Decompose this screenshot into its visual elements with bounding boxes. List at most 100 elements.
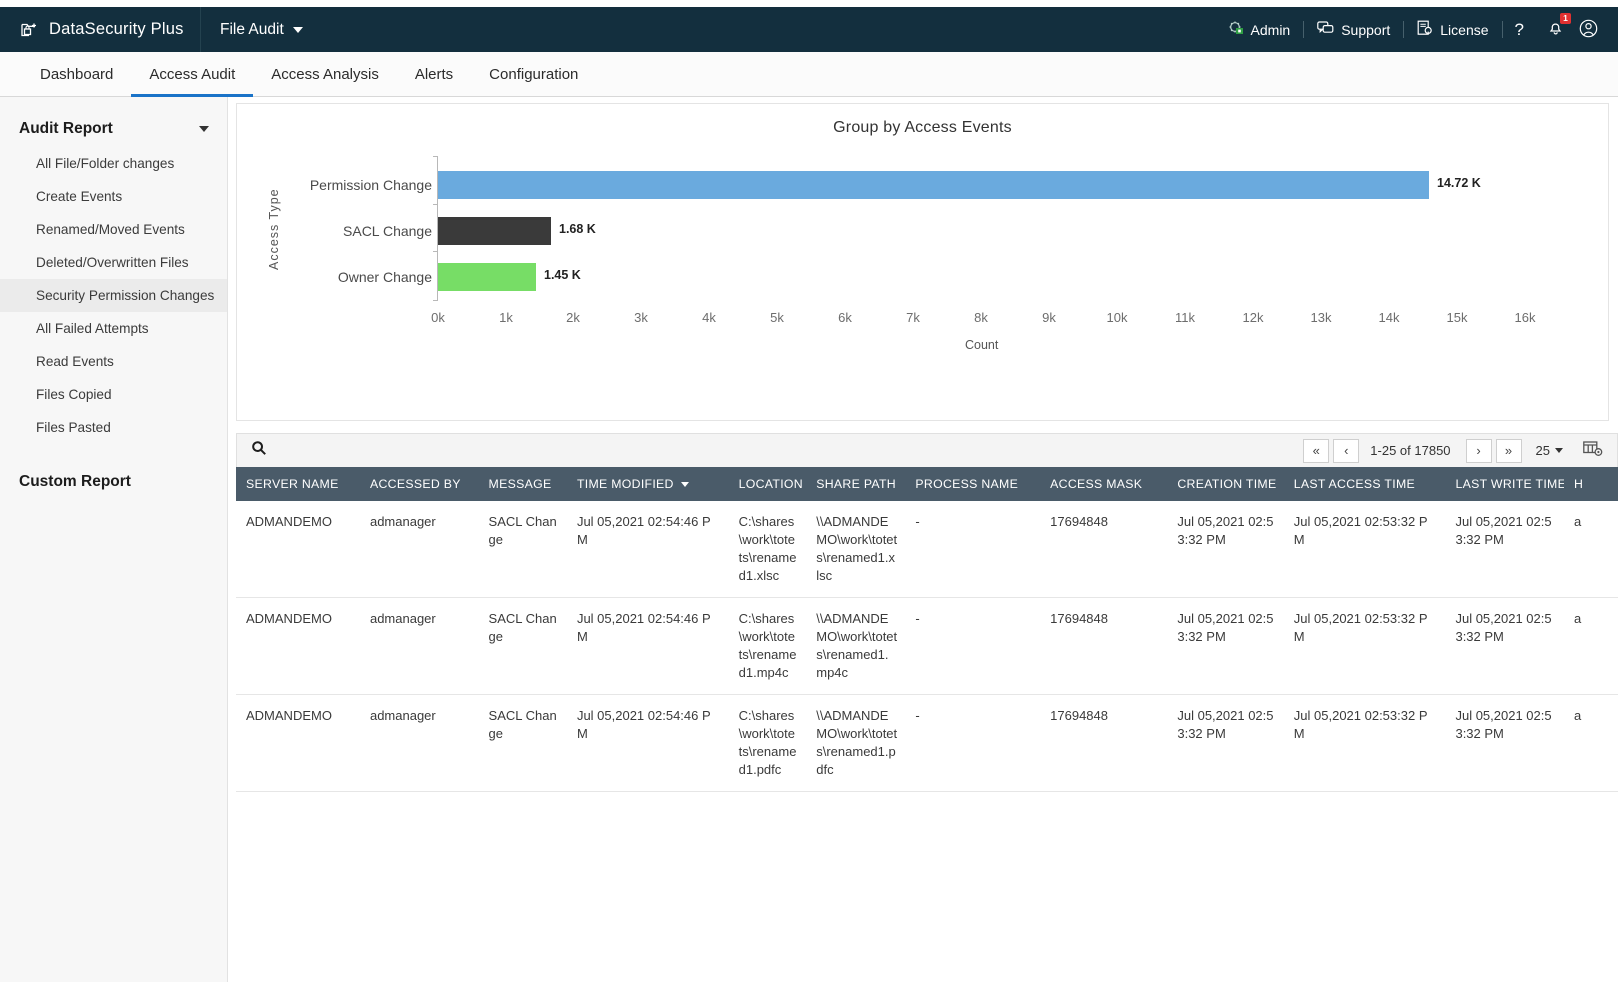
column-label: CREATION TIME bbox=[1177, 477, 1276, 491]
table-row[interactable]: ADMANDEMO admanager SACL Change Jul 05,2… bbox=[236, 598, 1618, 695]
column-header-message[interactable]: MESSAGE bbox=[479, 467, 567, 501]
x-tick-label: 8k bbox=[961, 310, 1001, 325]
column-header-creation-time[interactable]: CREATION TIME bbox=[1167, 467, 1283, 501]
prev-page-button[interactable]: ‹ bbox=[1333, 439, 1359, 463]
table-row[interactable]: ADMANDEMO admanager SACL Change Jul 05,2… bbox=[236, 501, 1618, 598]
column-settings-button[interactable] bbox=[1583, 440, 1603, 462]
cell-last-access-time: Jul 05,2021 02:53:32 PM bbox=[1284, 695, 1446, 792]
cell-message: SACL Change bbox=[479, 695, 567, 792]
brand[interactable]: DataSecurity Plus bbox=[0, 20, 200, 40]
sidebar-section-audit-report[interactable]: Audit Report bbox=[0, 111, 227, 147]
table-row[interactable]: ADMANDEMO admanager SACL Change Jul 05,2… bbox=[236, 695, 1618, 792]
sidebar-item-renamed-moved-events[interactable]: Renamed/Moved Events bbox=[0, 213, 227, 246]
column-header-truncated[interactable]: H bbox=[1564, 467, 1618, 501]
tab-alerts[interactable]: Alerts bbox=[397, 52, 471, 97]
cell-accessed-by: admanager bbox=[360, 695, 479, 792]
notifications-button[interactable]: 1 bbox=[1536, 19, 1575, 41]
column-header-location[interactable]: LOCATION bbox=[729, 467, 807, 501]
last-page-button[interactable]: » bbox=[1496, 439, 1522, 463]
first-page-button[interactable]: « bbox=[1303, 439, 1329, 463]
sidebar-item-files-copied[interactable]: Files Copied bbox=[0, 378, 227, 411]
sidebar-section-custom-report[interactable]: Custom Report bbox=[0, 464, 227, 500]
pagination: « ‹ 1-25 of 17850 › » 25 bbox=[1299, 439, 1609, 463]
cell-accessed-by: admanager bbox=[360, 598, 479, 695]
page-size-select[interactable]: 25 bbox=[1536, 443, 1563, 458]
column-header-access-mask[interactable]: ACCESS MASK bbox=[1040, 467, 1167, 501]
x-tick-label: 1k bbox=[486, 310, 526, 325]
column-header-share-path[interactable]: SHARE PATH bbox=[806, 467, 905, 501]
license-key-icon bbox=[1417, 20, 1433, 39]
cell-location: C:\shares\work\totets\renamed1.mp4c bbox=[729, 598, 807, 695]
cell-share-path: \\ADMANDEMO\work\totets\renamed1.pdfc bbox=[806, 695, 905, 792]
tab-configuration[interactable]: Configuration bbox=[471, 52, 596, 97]
search-icon bbox=[251, 440, 267, 461]
license-link[interactable]: License bbox=[1404, 20, 1501, 39]
gear-user-icon bbox=[1228, 20, 1244, 39]
y-tick-label: SACL Change bbox=[252, 223, 432, 239]
search-button[interactable] bbox=[245, 440, 273, 461]
next-page-button[interactable]: › bbox=[1466, 439, 1492, 463]
column-header-accessed-by[interactable]: ACCESSED BY bbox=[360, 467, 479, 501]
tab-dashboard[interactable]: Dashboard bbox=[22, 52, 131, 97]
column-header-last-access-time[interactable]: LAST ACCESS TIME bbox=[1284, 467, 1446, 501]
table-toolbar: « ‹ 1-25 of 17850 › » 25 bbox=[236, 433, 1618, 467]
tab-label: Alerts bbox=[415, 66, 453, 83]
cell-message: SACL Change bbox=[479, 598, 567, 695]
x-tick-label: 12k bbox=[1233, 310, 1273, 325]
cell-access-mask: 17694848 bbox=[1040, 501, 1167, 598]
cell-last-access-time: Jul 05,2021 02:53:32 PM bbox=[1284, 501, 1446, 598]
sidebar-item-create-events[interactable]: Create Events bbox=[0, 180, 227, 213]
user-avatar[interactable] bbox=[1575, 19, 1604, 41]
column-header-time-modified[interactable]: TIME MODIFIED bbox=[567, 467, 729, 501]
cell-last-write-time: Jul 05,2021 02:53:32 PM bbox=[1445, 695, 1564, 792]
top-bar: DataSecurity Plus File Audit Admin bbox=[0, 7, 1618, 52]
bar-permission-change[interactable] bbox=[438, 171, 1429, 199]
sidebar-item-label: Deleted/Overwritten Files bbox=[36, 255, 189, 270]
tab-access-audit[interactable]: Access Audit bbox=[131, 52, 253, 97]
admin-label: Admin bbox=[1251, 22, 1291, 38]
column-header-process-name[interactable]: PROCESS NAME bbox=[905, 467, 1040, 501]
notification-badge: 1 bbox=[1560, 13, 1571, 24]
sidebar-item-all-failed-attempts[interactable]: All Failed Attempts bbox=[0, 312, 227, 345]
chart-title: Group by Access Events bbox=[237, 104, 1608, 137]
cell-last-write-time: Jul 05,2021 02:53:32 PM bbox=[1445, 598, 1564, 695]
sidebar-item-read-events[interactable]: Read Events bbox=[0, 345, 227, 378]
sidebar-item-all-file-folder-changes[interactable]: All File/Folder changes bbox=[0, 147, 227, 180]
sidebar-item-files-pasted[interactable]: Files Pasted bbox=[0, 411, 227, 444]
support-link[interactable]: Support bbox=[1304, 21, 1403, 39]
sidebar-item-label: Files Pasted bbox=[36, 420, 111, 435]
column-settings-icon bbox=[1583, 440, 1603, 462]
sidebar-item-deleted-overwritten-files[interactable]: Deleted/Overwritten Files bbox=[0, 246, 227, 279]
cell-process-name: - bbox=[905, 501, 1040, 598]
cell-creation-time: Jul 05,2021 02:53:32 PM bbox=[1167, 695, 1283, 792]
tab-label: Access Audit bbox=[149, 66, 235, 83]
cell-truncated: a bbox=[1564, 501, 1618, 598]
y-axis-tick bbox=[433, 300, 438, 301]
y-axis-tick bbox=[433, 251, 438, 252]
column-header-server-name[interactable]: SERVER NAME bbox=[236, 467, 360, 501]
license-label: License bbox=[1440, 22, 1488, 38]
chevron-down-icon bbox=[1555, 448, 1563, 453]
cell-access-mask: 17694848 bbox=[1040, 695, 1167, 792]
x-axis-label: Count bbox=[965, 338, 998, 352]
brand-name: DataSecurity Plus bbox=[49, 20, 184, 39]
bar-owner-change[interactable] bbox=[438, 263, 536, 291]
sidebar-section-label: Audit Report bbox=[19, 120, 113, 138]
chat-icon bbox=[1317, 21, 1334, 39]
page-info: 1-25 of 17850 bbox=[1359, 443, 1461, 458]
admin-link[interactable]: Admin bbox=[1215, 20, 1304, 39]
column-header-last-write-time[interactable]: LAST WRITE TIME bbox=[1445, 467, 1564, 501]
module-selector[interactable]: File Audit bbox=[201, 21, 303, 39]
module-label: File Audit bbox=[220, 21, 284, 39]
bar-chart: Access Type Permission Change SACL Chang… bbox=[237, 150, 1610, 400]
x-tick-label: 5k bbox=[757, 310, 797, 325]
sidebar-item-security-permission-changes[interactable]: Security Permission Changes bbox=[0, 279, 227, 312]
cell-time-modified: Jul 05,2021 02:54:46 PM bbox=[567, 695, 729, 792]
help-icon: ? bbox=[1515, 20, 1524, 40]
help-button[interactable]: ? bbox=[1503, 20, 1536, 40]
sidebar-item-label: Renamed/Moved Events bbox=[36, 222, 185, 237]
bar-sacl-change[interactable] bbox=[438, 217, 551, 245]
tab-access-analysis[interactable]: Access Analysis bbox=[253, 52, 397, 97]
prev-page-icon: ‹ bbox=[1344, 443, 1348, 458]
tab-label: Dashboard bbox=[40, 66, 113, 83]
